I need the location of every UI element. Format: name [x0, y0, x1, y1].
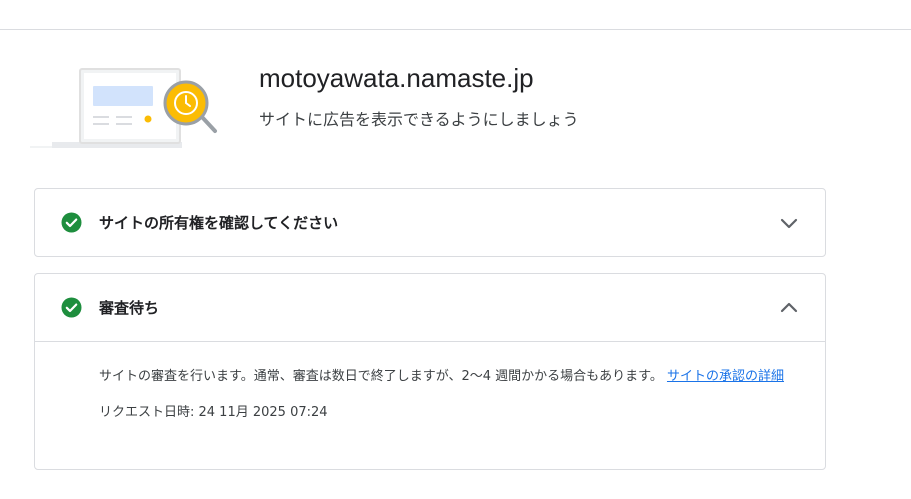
step-title: サイトの所有権を確認してください — [99, 214, 339, 232]
step-header-verify-ownership[interactable]: サイトの所有権を確認してください — [35, 189, 825, 256]
review-description-text: サイトの審査を行います。通常、審査は数日で終了しますが、2〜4 週間かかる場合も… — [99, 369, 663, 384]
check-circle-icon — [61, 297, 82, 318]
site-review-illustration — [30, 68, 217, 148]
request-date: リクエスト日時: 24 11月 2025 07:24 — [99, 405, 328, 420]
check-circle-icon — [61, 212, 82, 233]
top-divider — [0, 29, 911, 30]
site-subtitle: サイトに広告を表示できるようにしましょう — [259, 110, 579, 129]
page: motoyawata.namaste.jp サイトに広告を表示できるようにしまし… — [0, 0, 911, 499]
site-approval-details-link[interactable]: サイトの承認の詳細 — [667, 369, 784, 384]
step-title: 審査待ち — [99, 299, 160, 317]
step-header-review-pending[interactable]: 審査待ち — [35, 274, 825, 341]
step-body: サイトの審査を行います。通常、審査は数日で終了しますが、2〜4 週間かかる場合も… — [35, 342, 825, 420]
step-card-review-pending: 審査待ち サイトの審査を行います。通常、審査は数日で終了しますが、2〜4 週間か… — [34, 273, 826, 470]
site-domain: motoyawata.namaste.jp — [259, 63, 534, 93]
review-description: サイトの審査を行います。通常、審査は数日で終了しますが、2〜4 週間かかる場合も… — [99, 367, 799, 387]
step-card-verify-ownership: サイトの所有権を確認してください — [34, 188, 826, 257]
chevron-up-icon[interactable] — [779, 298, 799, 318]
chevron-down-icon[interactable] — [779, 213, 799, 233]
